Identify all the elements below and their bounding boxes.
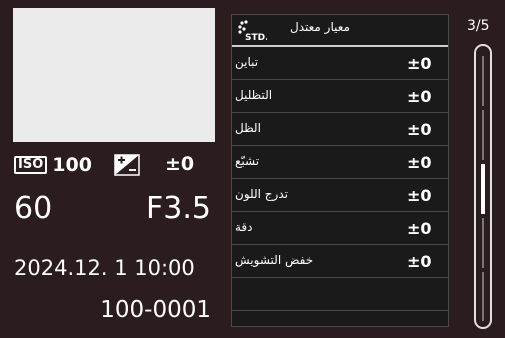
style-code: STD.	[245, 33, 267, 43]
row-value: ±0	[407, 153, 432, 172]
menu-title: معيار معتدل	[290, 20, 350, 34]
row-label: التظليل	[235, 88, 273, 102]
scrollbar[interactable]	[474, 44, 492, 329]
iso-badge: ISO	[14, 156, 48, 174]
file-number: 100-0001	[100, 297, 211, 323]
row-value: ±0	[407, 120, 432, 139]
menu-row-highlight[interactable]: التظليل ±0	[232, 80, 448, 113]
menu-row-contrast[interactable]: تباين ±0	[232, 47, 448, 80]
row-value: ±0	[407, 252, 432, 271]
scroll-segment	[482, 272, 484, 321]
row-label: دقة	[235, 220, 253, 234]
aperture-value: F3.5	[146, 191, 211, 226]
row-value: ±0	[407, 186, 432, 205]
menu-row-empty	[232, 278, 448, 311]
scroll-segment	[482, 110, 484, 160]
menu-row-noise-reduction[interactable]: خفض التشويش ±0	[232, 245, 448, 278]
menu-row-saturation[interactable]: تشبّع ±0	[232, 146, 448, 179]
row-label: تشبّع	[235, 154, 260, 168]
picture-style-icon: STD.	[238, 20, 267, 43]
date-time: 2024.12. 1 10:00	[14, 256, 195, 280]
menu-header: STD. معيار معتدل	[232, 15, 448, 47]
scroll-thumb[interactable]	[481, 164, 485, 214]
row-value: ±0	[407, 54, 432, 73]
iso-indicator: ISO 100	[14, 153, 92, 177]
row-label: تباين	[235, 55, 259, 69]
row-label: تدرج اللون	[235, 187, 288, 201]
exposure-compensation-value: ±0	[165, 153, 195, 175]
row-value: ±0	[407, 219, 432, 238]
page-indicator: 3/5	[467, 18, 490, 34]
menu-row-sharpness[interactable]: دقة ±0	[232, 212, 448, 245]
exposure-compensation-icon	[114, 154, 140, 176]
iso-value: 100	[52, 154, 92, 176]
image-preview	[13, 8, 215, 142]
row-value: ±0	[407, 87, 432, 106]
scroll-segment	[482, 218, 484, 268]
scroll-segment	[482, 56, 484, 106]
picture-style-menu: STD. معيار معتدل تباين ±0 التظليل ±0 الظ…	[231, 14, 449, 327]
menu-row-color-tone[interactable]: تدرج اللون ±0	[232, 179, 448, 212]
row-label: الظل	[235, 121, 261, 135]
menu-row-shadow[interactable]: الظل ±0	[232, 113, 448, 146]
row-label: خفض التشويش	[235, 253, 314, 267]
shutter-speed: 60	[14, 191, 53, 226]
